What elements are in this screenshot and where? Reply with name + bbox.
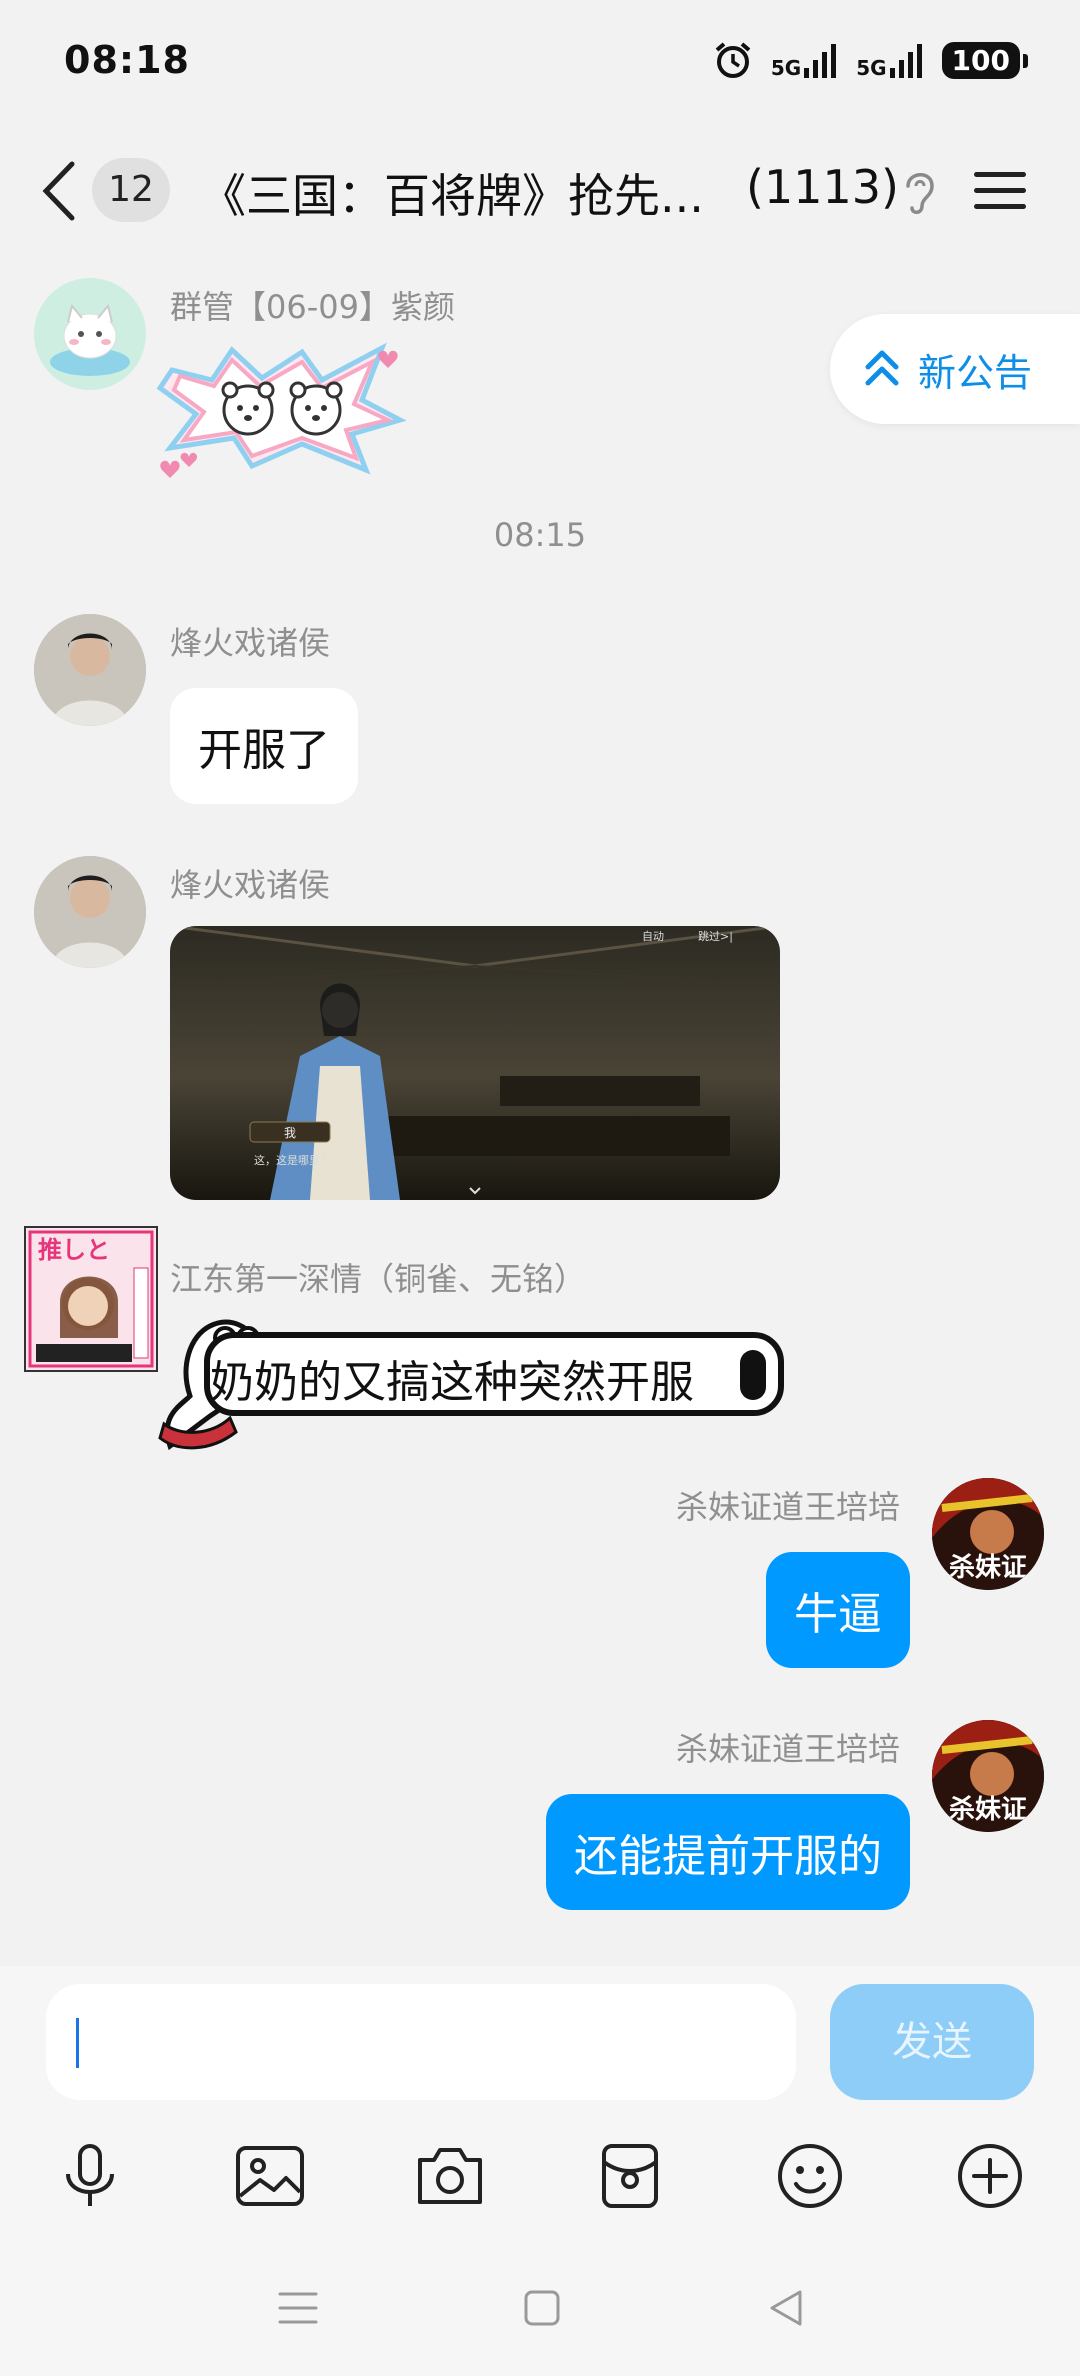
- message-timestamp: 08:15: [493, 516, 587, 554]
- menu-nav-icon[interactable]: [276, 2286, 320, 2330]
- chat-title[interactable]: 《三国：百将牌》抢先...: [200, 160, 704, 226]
- person-avatar-icon: [34, 614, 146, 726]
- sender-name: 江东第一深情（铜雀、无铭）: [170, 1260, 587, 1298]
- notice-label: 新公告: [918, 350, 1033, 395]
- poster-text: 推しと: [38, 1236, 110, 1264]
- signal-5g-2: 5G: [856, 42, 923, 78]
- home-nav-icon[interactable]: [520, 2286, 564, 2330]
- message-bubble[interactable]: 牛逼: [766, 1552, 910, 1668]
- sender-name: 群管【06-09】紫颜: [170, 288, 455, 326]
- camera-icon[interactable]: [414, 2140, 486, 2212]
- text-caret: [76, 2018, 79, 2068]
- person-avatar-icon: [34, 856, 146, 968]
- signal-5g-label: 5G: [770, 56, 802, 80]
- battery-indicator: 100: [941, 41, 1029, 79]
- image-icon[interactable]: [234, 2140, 306, 2212]
- image-auto-label: 自动: [642, 930, 664, 943]
- avatar[interactable]: [34, 856, 146, 968]
- emoji-icon[interactable]: [774, 2140, 846, 2212]
- bubble-tail: [740, 1350, 766, 1400]
- message-bubble[interactable]: 还能提前开服的: [546, 1794, 910, 1910]
- back-icon[interactable]: [38, 156, 88, 226]
- unread-count-badge[interactable]: 12: [92, 158, 170, 222]
- image-dialog-text: 这，这是哪里？: [254, 1153, 331, 1167]
- member-count[interactable]: (1113): [746, 160, 899, 214]
- game-art-avatar: 杀妹证: [932, 1478, 1044, 1590]
- signal-bars-icon: [804, 44, 837, 78]
- game-screenshot: 我 这，这是哪里？ 自动 跳过>|: [170, 926, 780, 1200]
- menu-icon[interactable]: [972, 166, 1028, 216]
- avatar-text: 杀妹证: [949, 1794, 1027, 1825]
- signal-5g-label-2: 5G: [856, 56, 887, 80]
- poster-avatar: 推しと: [26, 1228, 156, 1370]
- sender-name: 烽火戏诸侯: [170, 624, 331, 662]
- plus-circle-icon[interactable]: [954, 2140, 1026, 2212]
- signal-bars-icon: [889, 44, 922, 78]
- message-bubble[interactable]: 开服了: [170, 688, 358, 804]
- avatar[interactable]: 杀妹证: [932, 1478, 1044, 1590]
- message-input[interactable]: [46, 1984, 796, 2100]
- sender-name: 杀妹证道王培培: [675, 1730, 900, 1768]
- status-icons: 5G 5G 100: [713, 40, 1029, 80]
- status-time: 08:18: [64, 38, 190, 82]
- avatar[interactable]: 杀妹证: [932, 1720, 1044, 1832]
- microphone-icon[interactable]: [54, 2140, 126, 2212]
- avatar[interactable]: [34, 278, 146, 390]
- avatar[interactable]: [34, 614, 146, 726]
- image-name-tag: 我: [284, 1126, 296, 1140]
- cat-avatar-icon: [50, 303, 130, 376]
- ear-icon[interactable]: [900, 166, 940, 218]
- back-nav-icon[interactable]: [764, 2286, 808, 2330]
- game-art-avatar: 杀妹证: [932, 1720, 1044, 1832]
- bear-sticker[interactable]: [152, 330, 412, 480]
- image-message[interactable]: 我 这，这是哪里？ 自动 跳过>|: [170, 926, 780, 1200]
- send-button[interactable]: 发送: [830, 1984, 1034, 2100]
- double-chevron-up-icon: [865, 350, 899, 386]
- new-announcement-button[interactable]: 新公告: [830, 314, 1080, 424]
- speech-bubble-sticker-message[interactable]: 奶奶的又搞这种突然开服: [150, 1296, 790, 1456]
- sender-name: 杀妹证道王培培: [675, 1488, 900, 1526]
- signal-5g-1: 5G: [771, 42, 838, 78]
- sender-name: 烽火戏诸侯: [170, 866, 331, 904]
- avatar-text: 杀妹证: [949, 1552, 1027, 1583]
- image-skip-label: 跳过>|: [698, 929, 733, 943]
- avatar[interactable]: 推しと: [24, 1226, 158, 1372]
- alarm-icon: [715, 42, 751, 78]
- message-text: 奶奶的又搞这种突然开服: [210, 1357, 694, 1408]
- red-packet-icon[interactable]: [594, 2140, 666, 2212]
